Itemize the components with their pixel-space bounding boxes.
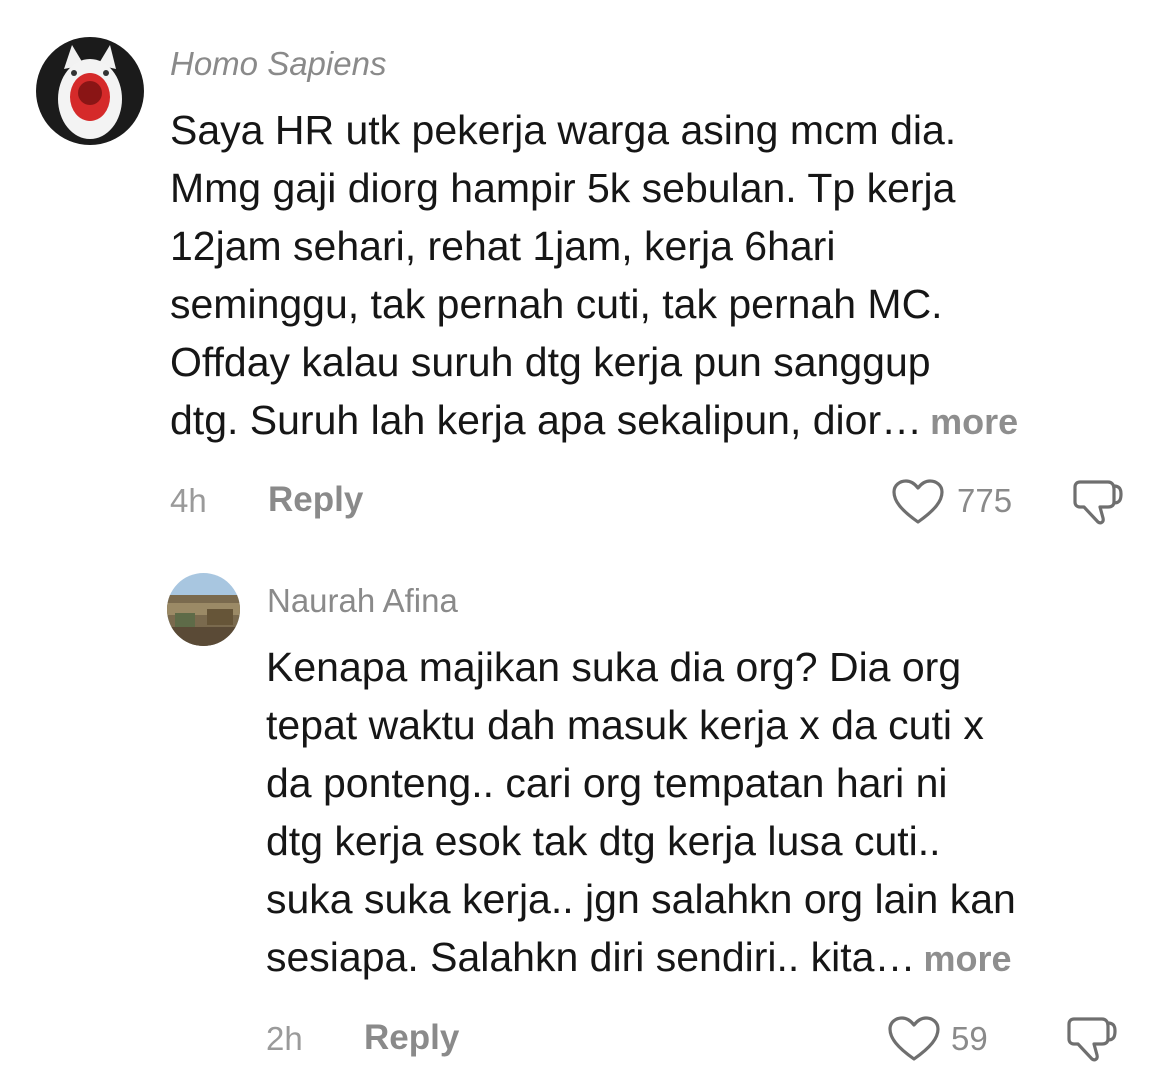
reply-button[interactable]: Reply <box>364 1018 459 1058</box>
dislike-button[interactable] <box>1066 1015 1118 1063</box>
username[interactable]: Homo Sapiens <box>170 45 386 83</box>
dislike-button[interactable] <box>1072 478 1124 526</box>
more-link[interactable]: more <box>923 938 1011 979</box>
comment-line: tepat waktu dah masuk kerja x da cuti x <box>266 702 984 748</box>
comment-line: dtg kerja esok tak dtg kerja lusa cuti.. <box>266 818 941 864</box>
avatar[interactable] <box>167 573 240 646</box>
comment-line: 12jam sehari, rehat 1jam, kerja 6hari <box>170 223 836 269</box>
username[interactable]: Naurah Afina <box>267 582 458 620</box>
thumbs-down-icon <box>1073 480 1123 525</box>
comment-line: Kenapa majikan suka dia org? Dia org <box>266 644 962 690</box>
comment-line: Saya HR utk pekerja warga asing mcm dia. <box>170 107 957 153</box>
thumbs-down-icon <box>1067 1017 1117 1062</box>
avatar[interactable] <box>36 37 144 145</box>
like-count: 775 <box>957 482 1013 519</box>
more-link[interactable]: more <box>930 401 1018 442</box>
comment-line: da ponteng.. cari org tempatan hari ni <box>266 760 948 806</box>
like-button[interactable] <box>887 1015 941 1063</box>
screaming-cat-avatar-icon <box>36 37 144 145</box>
comment-text: Saya HR utk pekerja warga asing mcm dia.… <box>170 101 1018 451</box>
timestamp: 4h <box>170 482 207 519</box>
comment-text: Kenapa majikan suka dia org? Dia org tep… <box>266 638 1016 988</box>
landscape-avatar-icon <box>167 573 240 646</box>
like-count: 59 <box>951 1020 988 1057</box>
comment-line: dtg. Suruh lah kerja apa sekalipun, dior… <box>170 397 923 443</box>
heart-icon <box>888 1016 940 1061</box>
comment-line: seminggu, tak pernah cuti, tak pernah MC… <box>170 281 943 327</box>
heart-icon <box>892 479 944 524</box>
like-button[interactable] <box>891 478 945 526</box>
comment-line: Offday kalau suruh dtg kerja pun sanggup <box>170 339 931 385</box>
comment-line: suka suka kerja.. jgn salahkn org lain k… <box>266 876 1016 922</box>
reply-button[interactable]: Reply <box>268 480 363 520</box>
comment-line: sesiapa. Salahkn diri sendiri.. kita… <box>266 934 916 980</box>
timestamp: 2h <box>266 1020 303 1057</box>
comment-line: Mmg gaji diorg hampir 5k sebulan. Tp ker… <box>170 165 956 211</box>
